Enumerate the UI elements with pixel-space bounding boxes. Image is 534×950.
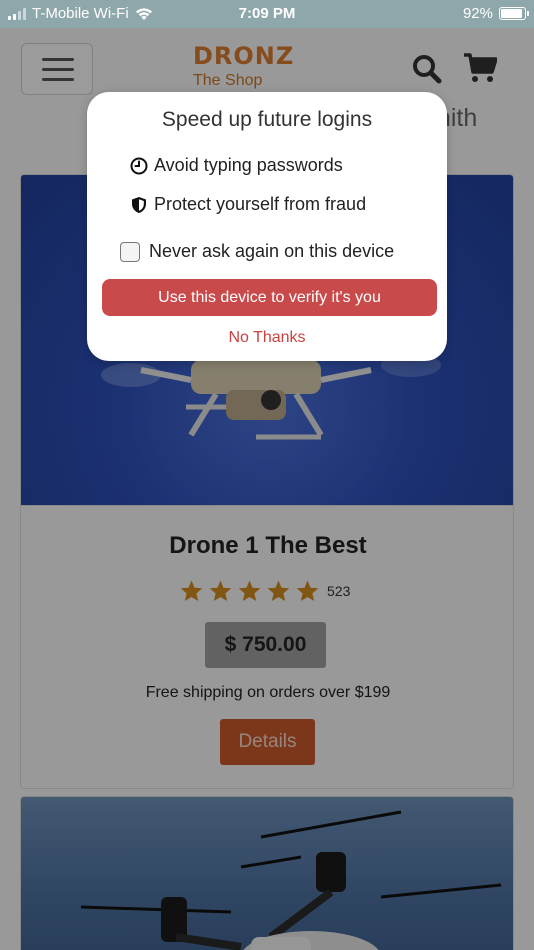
battery-percent: 92% [462, 5, 493, 22]
battery-icon [499, 7, 529, 20]
status-bar: T-Mobile Wi-Fi 7:09 PM 92% [0, 0, 534, 28]
feature-text: Avoid typing passwords [154, 155, 343, 175]
battery-fill [501, 9, 523, 18]
status-right: 92% [462, 5, 529, 22]
dialog-title: Speed up future logins [161, 108, 373, 131]
feature-avoid-passwords: Avoid typing passwords [130, 155, 343, 176]
feature-text: Protect yourself from fraud [154, 194, 367, 214]
clock-time: 7:09 PM [238, 5, 296, 22]
checkbox-label[interactable]: Never ask again on this device [149, 241, 394, 262]
feature-protect-fraud: Protect yourself from fraud [130, 194, 366, 215]
shield-icon [132, 196, 146, 213]
never-ask-checkbox[interactable] [120, 241, 140, 262]
verify-device-button[interactable]: Use this device to verify it's you [102, 279, 437, 316]
clock-icon [130, 157, 148, 174]
no-thanks-link[interactable]: No Thanks [87, 329, 447, 347]
never-ask-row[interactable]: Never ask again on this device [120, 241, 394, 262]
login-prompt-dialog: Speed up future logins Avoid typing pass… [87, 92, 447, 361]
